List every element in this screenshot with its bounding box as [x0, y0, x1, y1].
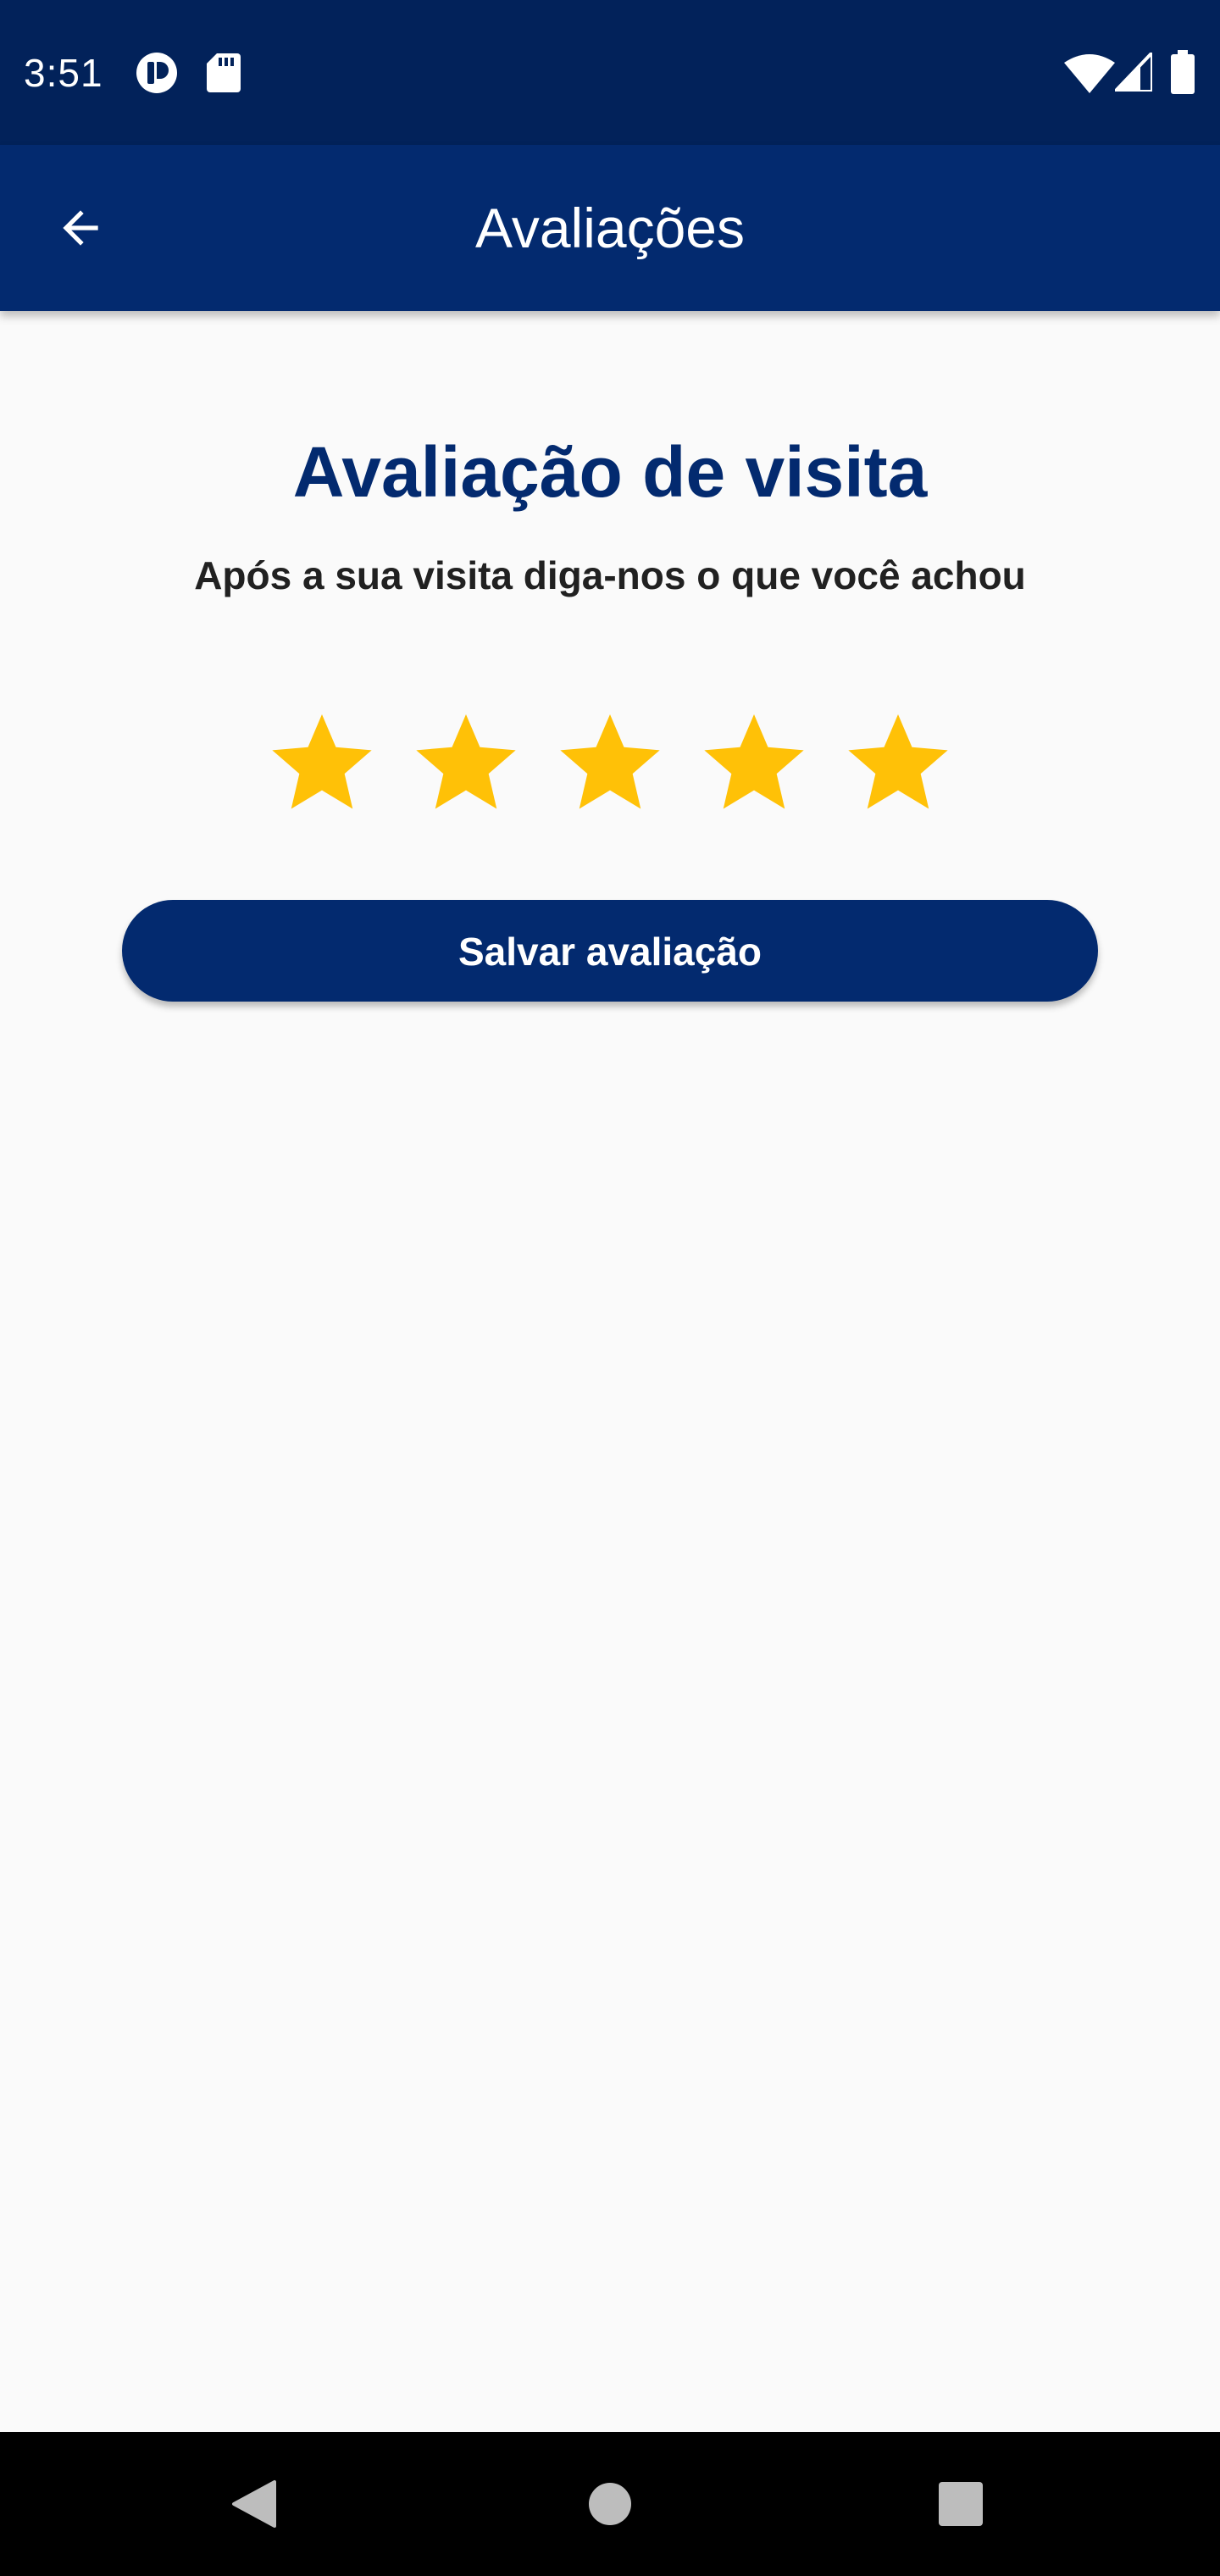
- star-5-icon[interactable]: [844, 708, 952, 816]
- wifi-icon: [1064, 54, 1115, 93]
- recents-square-icon: [939, 2482, 983, 2526]
- sd-card-icon: [207, 53, 241, 92]
- back-button[interactable]: [34, 183, 127, 273]
- system-nav-bar: [0, 2432, 1220, 2576]
- app-bar: Avaliações: [0, 145, 1220, 311]
- star-3-icon[interactable]: [556, 708, 664, 816]
- home-circle-icon: [589, 2483, 631, 2525]
- status-bar: 3:51: [0, 0, 1220, 145]
- rating-title: Avaliação de visita: [292, 432, 928, 512]
- cellular-signal-icon: [1115, 53, 1152, 92]
- star-1-icon[interactable]: [268, 708, 376, 816]
- arrow-back-icon: [63, 210, 98, 246]
- nav-recents-button[interactable]: [918, 2462, 1003, 2546]
- star-4-icon[interactable]: [700, 708, 808, 816]
- app-notification-icon: [136, 53, 177, 93]
- status-time: 3:51: [24, 51, 103, 95]
- save-rating-button[interactable]: Salvar avaliação: [122, 900, 1098, 1002]
- battery-icon: [1171, 50, 1195, 94]
- page-title: Avaliações: [475, 197, 745, 259]
- star-2-icon[interactable]: [412, 708, 520, 816]
- back-triangle-icon: [232, 2480, 276, 2528]
- nav-home-button[interactable]: [568, 2462, 652, 2546]
- rating-subtitle: Após a sua visita diga-nos o que você ac…: [194, 553, 1026, 597]
- nav-back-button[interactable]: [212, 2462, 297, 2546]
- star-rating: [268, 708, 952, 816]
